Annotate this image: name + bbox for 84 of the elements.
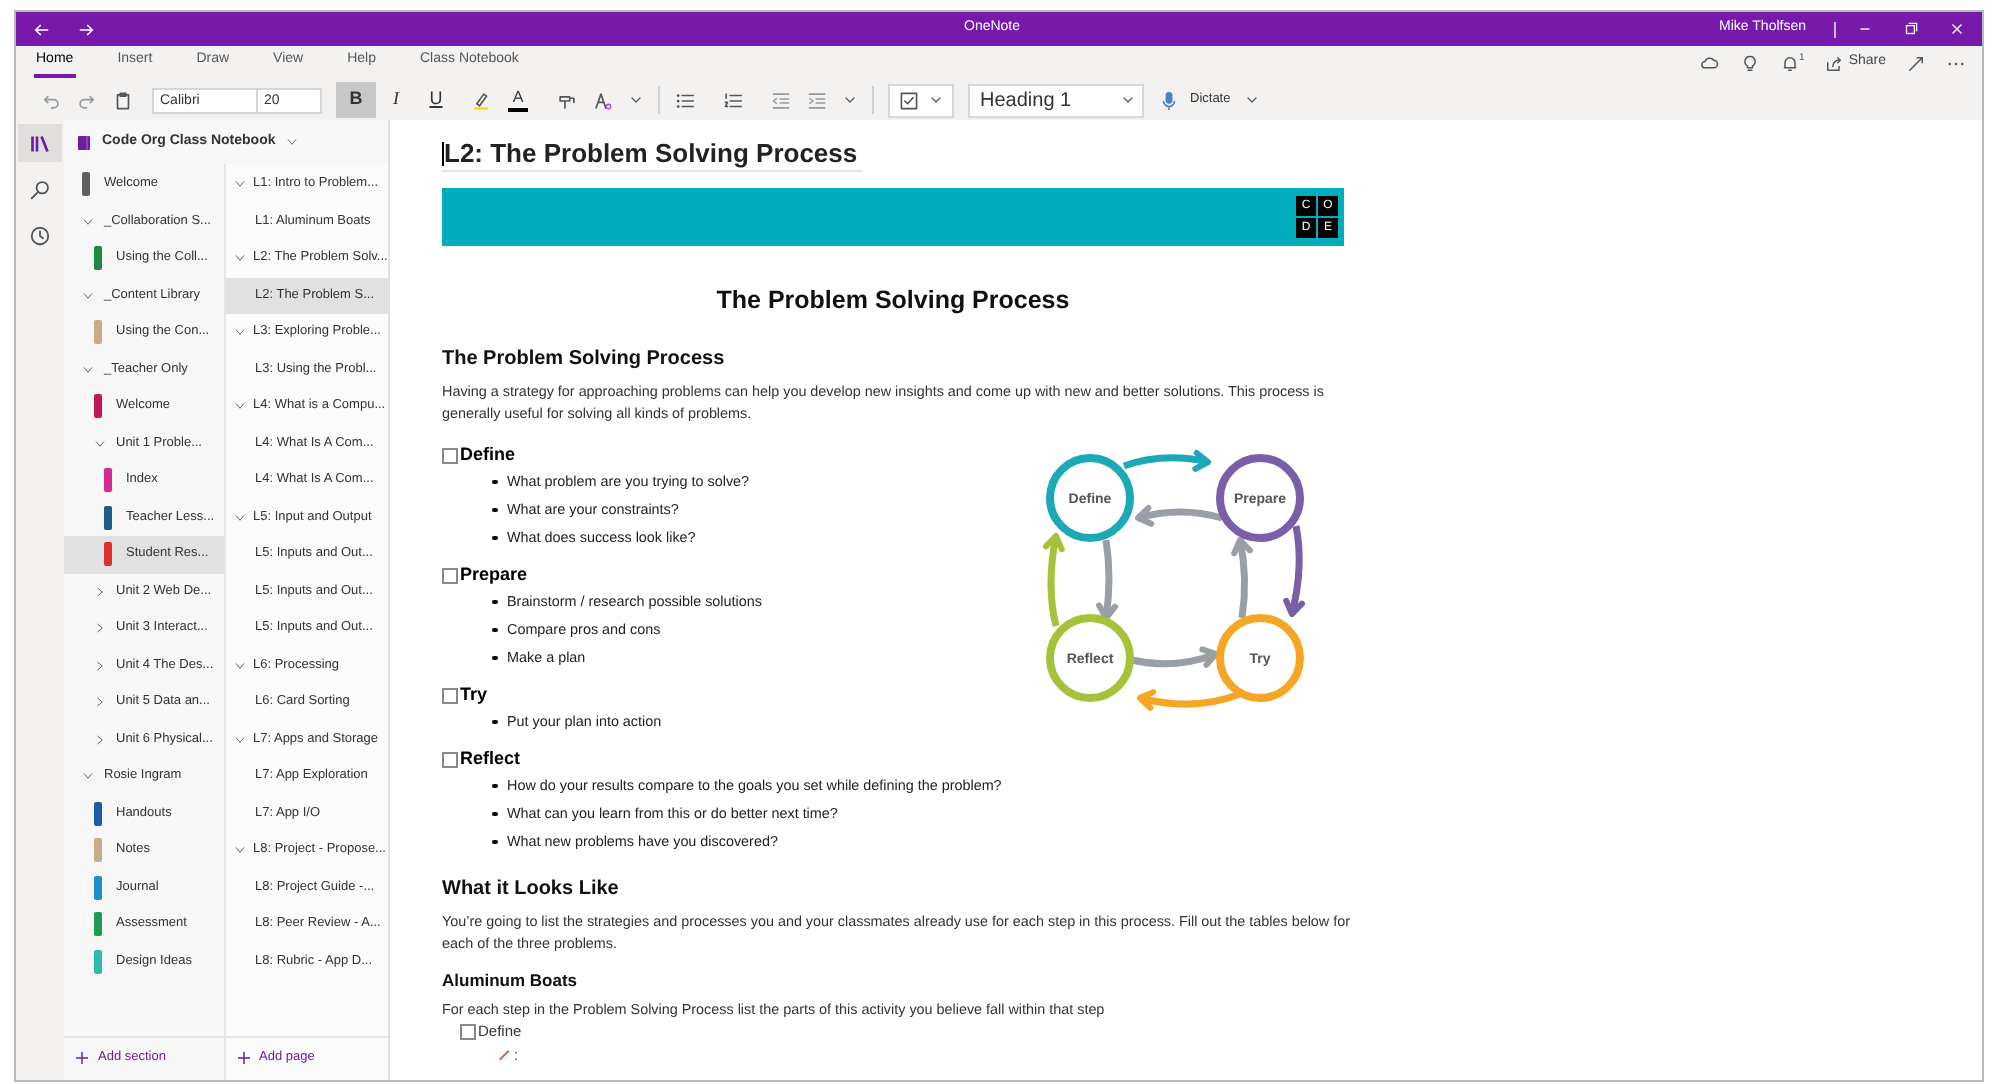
chevron-down-icon[interactable] [82, 289, 94, 302]
chevron-right-icon[interactable] [94, 733, 106, 746]
chevron-right-icon[interactable] [94, 659, 106, 672]
arrow [1231, 537, 1253, 619]
bullet-icon [492, 507, 497, 513]
arrow [1135, 505, 1223, 527]
chevron-down-icon[interactable] [233, 659, 245, 672]
bullet-icon [492, 719, 497, 725]
highlighter-icon[interactable] [470, 89, 492, 111]
chevron-down-icon[interactable] [233, 326, 245, 339]
chevron-right-icon[interactable] [94, 696, 106, 709]
chevron-down-icon[interactable] [233, 400, 245, 413]
arrow [1043, 533, 1065, 627]
arrow [1137, 689, 1242, 711]
italic-button[interactable]: I [376, 82, 416, 118]
back-arrow-icon[interactable] [32, 19, 52, 39]
chevron-down-icon[interactable] [233, 511, 245, 524]
page-title[interactable]: L2: The Problem Solving Process [444, 133, 858, 173]
plus-icon[interactable] [74, 1049, 90, 1065]
underline-button[interactable]: U [416, 82, 456, 118]
bullet-icon [492, 479, 497, 485]
outdent-icon[interactable] [770, 89, 792, 111]
lightbulb-icon[interactable] [1739, 53, 1760, 73]
bullet-icon [492, 783, 497, 789]
caret-icon[interactable] [842, 92, 858, 108]
chevron-down-icon[interactable] [233, 733, 245, 746]
notebook-icon [76, 133, 92, 151]
tag-checkbox-icon[interactable] [898, 89, 920, 111]
chevron-down-icon[interactable] [82, 770, 94, 783]
chevron-right-icon[interactable] [94, 585, 106, 598]
checkbox[interactable] [442, 688, 458, 704]
restore-icon[interactable] [1902, 20, 1920, 38]
bold-button[interactable]: B [336, 82, 376, 118]
chevron-down-icon[interactable] [82, 215, 94, 228]
notebooks-icon[interactable] [18, 124, 62, 162]
page-heading: The Problem Solving Process [716, 286, 1070, 314]
chevron-down-icon[interactable] [285, 136, 298, 148]
chevron-down-icon[interactable] [94, 437, 106, 450]
forward-arrow-icon[interactable] [76, 19, 96, 39]
bullet-icon [492, 839, 497, 845]
bullet-icon [492, 535, 497, 541]
plus-icon[interactable] [235, 1049, 251, 1065]
bullet-list-icon[interactable] [674, 89, 696, 111]
clipboard-icon[interactable] [112, 89, 134, 111]
checkbox[interactable] [460, 1023, 476, 1040]
step-heading: Reflect [460, 746, 521, 773]
bullet-icon [492, 627, 497, 633]
font-color-button[interactable]: A [506, 89, 530, 111]
checkbox[interactable] [442, 752, 458, 768]
caret-icon[interactable] [1120, 92, 1136, 108]
chevron-down-icon[interactable] [233, 844, 245, 857]
arrow [1122, 450, 1211, 472]
text-effects-icon[interactable] [592, 89, 614, 111]
numbered-list-icon[interactable] [722, 89, 744, 111]
chevron-down-icon[interactable] [233, 178, 245, 191]
caret-icon[interactable] [928, 92, 944, 108]
checkbox[interactable] [442, 448, 458, 464]
step-heading: Prepare [460, 562, 528, 589]
step-heading: Try [460, 682, 488, 709]
bullet-icon [492, 655, 497, 661]
subsection-heading: Aluminum Boats [442, 968, 580, 994]
caret-icon[interactable] [1244, 92, 1261, 108]
arrow [1131, 646, 1219, 668]
step-heading: Define [460, 442, 516, 469]
cloud-sync-icon[interactable] [1699, 53, 1720, 73]
expand-icon[interactable] [1906, 53, 1926, 73]
pen-icon [496, 1046, 512, 1063]
arrow [1096, 539, 1118, 621]
caret-icon[interactable] [628, 92, 644, 108]
style-dropdown[interactable]: Heading 1 [968, 83, 1144, 117]
section-heading: The Problem Solving Process [442, 346, 727, 374]
checkbox[interactable] [442, 568, 458, 584]
bullet-icon [492, 811, 497, 817]
indent-icon[interactable] [806, 89, 828, 111]
bell-icon[interactable] [1779, 53, 1800, 73]
bullet-icon [492, 599, 497, 605]
close-icon[interactable] [1948, 20, 1966, 38]
chevron-down-icon[interactable] [82, 363, 94, 376]
share-icon[interactable] [1824, 53, 1845, 73]
arrow [1283, 525, 1305, 617]
section-heading: What it Looks Like [442, 876, 621, 904]
chevron-right-icon[interactable] [94, 622, 106, 635]
microphone-icon[interactable] [1158, 89, 1180, 111]
chevron-down-icon[interactable] [233, 252, 245, 265]
